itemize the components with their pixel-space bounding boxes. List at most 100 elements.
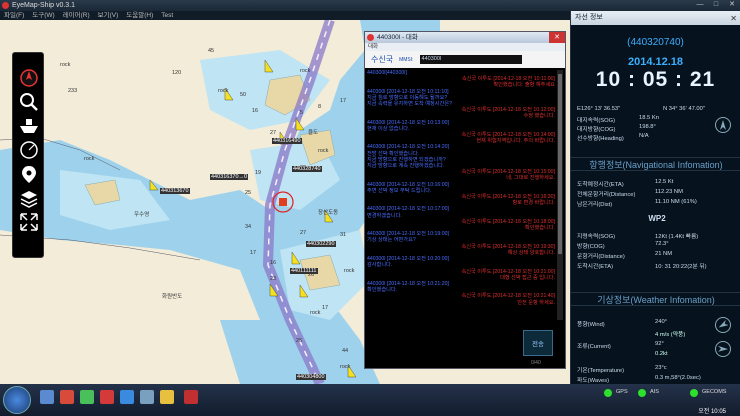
weather-row: 기온(Temperature) 23°c [577, 365, 667, 374]
depth-label: 34 [245, 224, 252, 230]
expand-icon[interactable] [17, 211, 41, 233]
media-icon[interactable] [60, 390, 74, 404]
app-icon[interactable] [80, 390, 94, 404]
gecoms-status-icon [690, 389, 698, 397]
rock-label: rock [218, 88, 229, 94]
ais-target-label[interactable]: 440316490 [272, 138, 302, 144]
waypoint-row: 방향(COG) 72.3° [577, 241, 669, 250]
message-scrollbar[interactable] [557, 70, 563, 320]
menu-test[interactable]: Test [161, 11, 173, 20]
depth-label: 31 [340, 232, 347, 238]
minimize-button[interactable]: — [694, 1, 706, 9]
wind-direction-icon [715, 317, 731, 333]
menu-layer[interactable]: 레이어(R) [63, 11, 90, 20]
gecoms-status-label: GECOMS [702, 389, 727, 395]
scrollbar-thumb[interactable] [558, 74, 562, 254]
nav-row: 대지속력(SOG) 18.5 Kn [577, 115, 659, 124]
circle-icon[interactable] [17, 139, 41, 161]
dialog-app-icon [367, 34, 374, 41]
heading-compass-icon [715, 117, 731, 133]
rock-label: rock [340, 364, 351, 370]
depth-label: 45 [208, 48, 215, 54]
depth-label: 26 [296, 338, 303, 344]
send-button[interactable]: 전송 [523, 330, 553, 356]
depth-label: 16 [270, 260, 277, 266]
depth-label: 27 [270, 130, 277, 136]
maximize-button[interactable]: □ [710, 1, 722, 9]
ais-target-label[interactable]: 440302290 [306, 241, 336, 247]
ais-target-label[interactable]: 440313670 [160, 188, 190, 194]
panel-close-button[interactable]: ✕ [730, 12, 737, 26]
chrome-icon[interactable] [120, 390, 134, 404]
waypoint-row: 지령속력(SOG) 12Kt (1.4Kt 빠름) [577, 234, 699, 240]
depth-label: 25 [245, 190, 252, 196]
ais-target-label[interactable]: 440328740 [292, 166, 322, 172]
window-titlebar: EyeMap-Ship v0.3.1 — □ ✕ [0, 0, 740, 11]
message-list[interactable]: 440300l[440300l] 속신국 이투도 [2014-12-18 오전 … [367, 70, 555, 320]
explorer-icon[interactable] [40, 390, 54, 404]
rock-label: rock [344, 268, 355, 274]
taskbar-clock: 오전 10:05 [698, 409, 726, 415]
app-logo-icon [2, 2, 9, 9]
recipient-mmsi-input[interactable]: 440300l [419, 55, 522, 64]
ais-target-label[interactable]: 440316370→0 [210, 174, 249, 180]
eyemap-icon[interactable] [100, 390, 114, 404]
menu-view[interactable]: 보기(V) [98, 11, 119, 20]
depth-label: 44 [342, 348, 349, 354]
recipient-label: 수신국 [371, 55, 394, 64]
recipient-row: 수신국 MMSI: 440300l [365, 51, 565, 68]
chat-dialog: 440300l - 대화 ✕ 대화 수신국 MMSI: 440300l 4403… [364, 31, 566, 369]
folder-icon[interactable] [140, 390, 154, 404]
gps-status-icon [604, 389, 612, 397]
ais-target-label[interactable]: 440304800 [296, 374, 326, 380]
compass-icon[interactable] [17, 67, 41, 89]
location-icon[interactable] [17, 163, 41, 185]
place-label: 율도 [308, 130, 319, 136]
start-button[interactable] [3, 386, 31, 414]
search-icon[interactable] [17, 91, 41, 113]
dialog-title: 440300l - 대화 [377, 34, 418, 41]
navigation-section-header: 항행정보(Navigational Infomation) [571, 157, 740, 171]
map-toolbar [12, 52, 44, 258]
panel-title: 자선 정보 [575, 14, 603, 21]
menu-tools[interactable]: 도구(W) [32, 11, 54, 20]
waypoint-row: 도착시간(ETA) 10: 31 20:22(2분 뒤) [577, 264, 707, 270]
ais-status-icon [638, 389, 646, 397]
weather-row: 파도(Waves) 0.3 m,58°(2.0sec) [577, 375, 701, 384]
menu-file[interactable]: 파일(F) [4, 11, 24, 20]
place-label: 장산도동 [318, 210, 339, 216]
dialog-close-button[interactable]: ✕ [549, 32, 565, 43]
depth-label: 233 [68, 88, 78, 94]
depth-label: 27 [300, 230, 307, 236]
rock-label: rock [60, 62, 71, 68]
taskbar: GPS AIS GECOMS 오전 10:05 [0, 384, 740, 416]
depth-label: 17 [250, 250, 257, 256]
weather-section-header: 기상정보(Weather Infomation) [571, 292, 740, 306]
menu-bar: 파일(F) 도구(W) 레이어(R) 보기(V) 도움말(H) Test [0, 11, 570, 20]
menu-help[interactable]: 도움말(H) [126, 11, 153, 20]
panel-header: 자선 정보 ✕ [571, 11, 740, 25]
place-label: 우수영 [134, 212, 150, 218]
depth-label: 50 [240, 92, 247, 98]
depth-label: 19 [255, 170, 262, 176]
depth-label: 17 [340, 98, 347, 104]
dialog-subtitle: 대화 [365, 43, 565, 51]
close-button[interactable]: ✕ [726, 1, 738, 9]
depth-label: 8 [318, 104, 322, 110]
gps-status-label: GPS [616, 389, 628, 395]
longitude-value: E126° 13' 36.53" [577, 106, 621, 112]
layers-icon[interactable] [17, 187, 41, 209]
ais-target-label[interactable]: 440111111 [290, 268, 318, 274]
weather-sub-value: 0.2kt [655, 351, 668, 357]
chat-icon[interactable] [184, 390, 198, 404]
current-date: 2014.12.18 [627, 56, 684, 68]
depth-label: 17 [322, 305, 329, 311]
ship-icon[interactable] [17, 115, 41, 137]
nav-row: 대지방향(COG) 198.8° [577, 124, 656, 133]
weather-row: 풍향(Wind) 240° [577, 319, 667, 328]
own-mmsi: (440320740) [627, 37, 684, 48]
own-ship-panel: 자선 정보 ✕ (440320740) 2014.12.18 10 : 05 :… [570, 11, 740, 384]
settings-icon[interactable] [160, 390, 174, 404]
rock-label: rock [84, 156, 95, 162]
depth-label: 5 [300, 110, 304, 116]
